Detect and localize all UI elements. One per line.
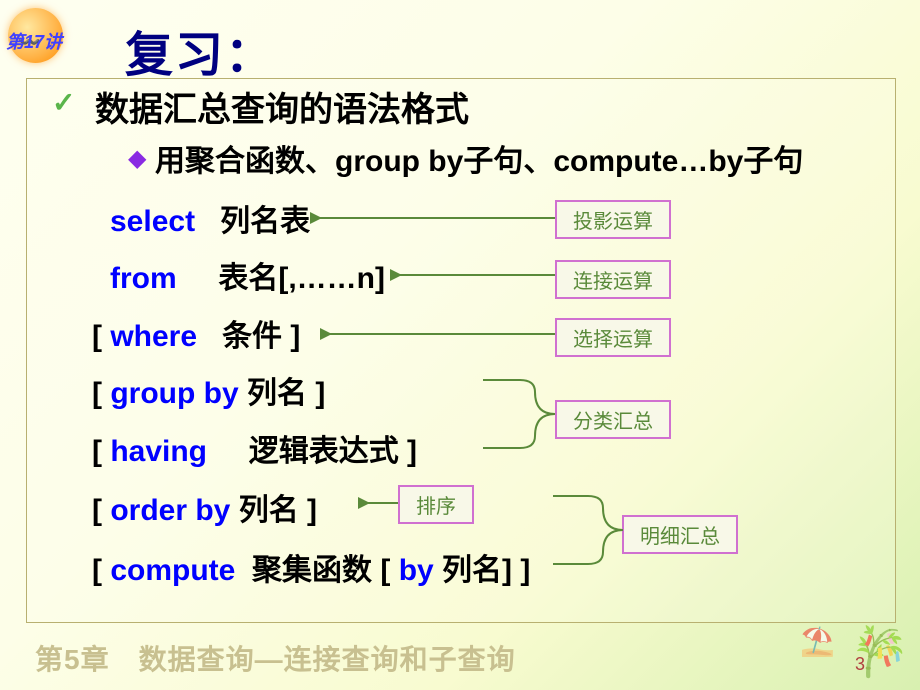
label-join: 连接运算 <box>555 260 671 299</box>
syntax-where: [ where 条件 ] <box>92 311 300 355</box>
label-detail-agg: 明细汇总 <box>622 515 738 554</box>
syntax-compute: [ compute 聚集函数 [ by 列名] ] <box>92 545 530 589</box>
main-heading: 数据汇总查询的语法格式 <box>95 82 469 131</box>
label-selection: 选择运算 <box>555 318 671 357</box>
label-sort: 排序 <box>398 485 474 524</box>
bamboo-decoration: 🎋 <box>850 623 910 680</box>
slide-title: 复习： <box>125 15 275 85</box>
beach-decoration: ⛱️ <box>800 625 835 658</box>
check-icon: ✓ <box>52 86 75 119</box>
syntax-having: [ having 逻辑表达式 ] <box>92 426 417 470</box>
footer-chapter: 第5章 数据查询—连接查询和子查询 <box>35 638 516 678</box>
lesson-number: 第17讲 <box>6 28 62 54</box>
syntax-order-by: [ order by 列名 ] <box>92 485 317 529</box>
label-projection: 投影运算 <box>555 200 671 239</box>
label-group-agg: 分类汇总 <box>555 400 671 439</box>
syntax-select: select 列名表 <box>110 196 310 240</box>
sub-heading: 用聚合函数、group by子句、compute…by子句 <box>155 136 803 180</box>
syntax-group-by: [ group by 列名 ] <box>92 368 325 412</box>
diamond-bullet-icon: ◆ <box>128 144 146 173</box>
syntax-from: from 表名[,……n] <box>110 253 385 297</box>
